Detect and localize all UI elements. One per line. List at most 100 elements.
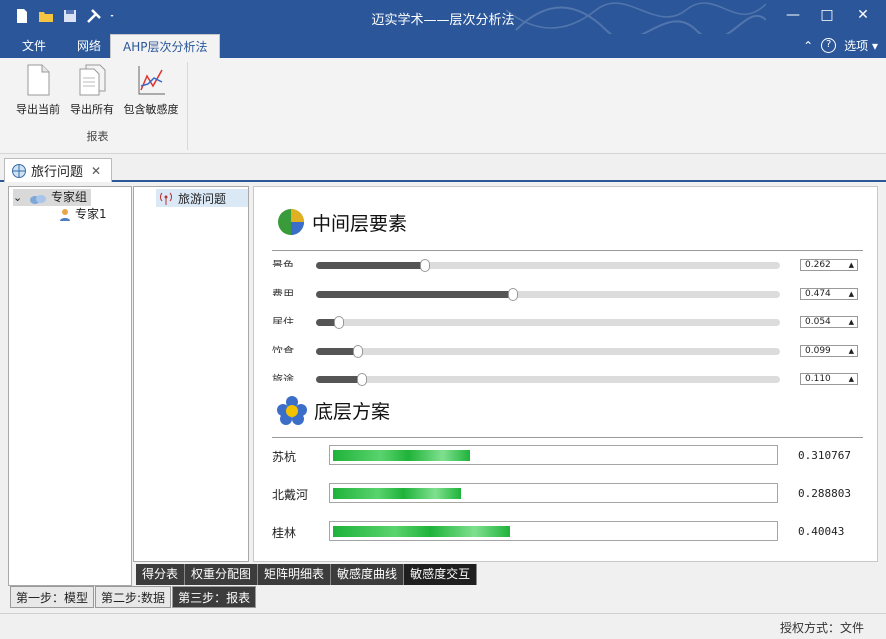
alternative-value: 0.288803	[798, 487, 851, 500]
broadcast-icon	[160, 192, 172, 205]
user-icon	[60, 208, 70, 221]
criterion-slider-track[interactable]	[316, 316, 780, 329]
include-sensitivity-button[interactable]: 包含敏感度	[120, 64, 182, 117]
tab-file[interactable]: 文件	[10, 34, 58, 58]
alternative-value: 0.310767	[798, 449, 851, 462]
document-tab-strip: 旅行问题 ✕	[0, 154, 886, 182]
section-title-bottom: 底层方案	[276, 395, 390, 425]
criterion-slider-thumb[interactable]	[334, 316, 344, 329]
documents-icon	[79, 64, 106, 96]
criterion-value: 0.110	[805, 374, 831, 384]
step-model[interactable]: 第一步：模型	[10, 586, 95, 608]
flower-icon	[277, 396, 307, 425]
spinner-arrow-icon[interactable]: ▲	[849, 289, 854, 299]
ribbon-tab-bar: 文件 网络 AHP层次分析法 ⌃ ? 选项 ▾	[0, 34, 886, 58]
alternative-bar-frame	[329, 483, 778, 503]
criterion-value: 0.099	[805, 345, 831, 356]
criterion-row: 费用 0.474 ▲	[272, 287, 862, 302]
close-button[interactable]: ✕	[846, 0, 880, 30]
alternative-row: 桂林 0.40043	[272, 521, 862, 543]
export-all-button[interactable]: 导出所有	[64, 64, 120, 117]
criterion-label: 费用	[272, 287, 294, 296]
criterion-slider-thumb[interactable]	[420, 259, 430, 272]
criterion-slider-fill	[316, 290, 512, 298]
criterion-value: 0.262	[805, 260, 831, 270]
tab-network[interactable]: 网络	[65, 34, 113, 58]
globe-icon	[12, 163, 26, 178]
tab-score-table[interactable]: 得分表	[136, 564, 186, 585]
section-title-text: 中间层要素	[312, 212, 408, 235]
tree-node-label: 专家组	[51, 190, 88, 204]
criterion-slider-track[interactable]	[316, 373, 780, 386]
section-title-text: 底层方案	[314, 400, 391, 423]
sensitivity-chart-icon	[138, 66, 165, 95]
criterion-row: 旅途 0.110 ▲	[272, 373, 862, 387]
criterion-slider-thumb[interactable]	[353, 344, 363, 358]
criterion-row: 居住 0.054 ▲	[272, 316, 862, 330]
window-title: 迈实学术——层次分析法	[371, 13, 515, 28]
list-item-problem[interactable]: 旅游问题	[156, 189, 248, 207]
criterion-label: 旅途	[272, 373, 294, 381]
spinner-arrow-icon[interactable]: ▲	[849, 260, 854, 270]
criterion-row: 景色 0.262 ▲	[272, 259, 862, 273]
tab-sensitivity-interactive[interactable]: 敏感度交互	[404, 564, 478, 585]
criterion-slider-thumb[interactable]	[357, 373, 367, 386]
problem-list: 旅游问题	[133, 186, 249, 562]
criterion-label: 景色	[272, 259, 294, 267]
ribbon: 导出当前 导出所有 包含敏感度 报表	[0, 58, 886, 154]
tab-sensitivity-curve[interactable]: 敏感度曲线	[331, 564, 405, 585]
ribbon-group-label: 报表	[86, 130, 109, 143]
tab-matrix-detail[interactable]: 矩阵明细表	[258, 564, 332, 585]
divider	[272, 250, 863, 251]
tree-node-label: 专家1	[75, 207, 107, 221]
tree-expander-icon[interactable]: ⌄	[13, 189, 25, 206]
help-icon[interactable]: ?	[821, 38, 837, 53]
section-title-middle: 中间层要素	[276, 207, 407, 237]
step-report[interactable]: 第三步：报表	[172, 586, 257, 608]
criterion-slider-fill	[316, 376, 361, 383]
alternative-label: 苏杭	[272, 450, 297, 464]
content-area: ⌄ 专家组 专家1 旅游问题 中间层要素 景色 0.262 ▲ 费用 0.474 ▲ 居住 0…	[4, 182, 884, 612]
criterion-slider-thumb[interactable]	[508, 287, 518, 301]
maximize-button[interactable]: □	[810, 0, 844, 30]
alternative-bar	[333, 450, 470, 461]
criterion-row: 饮食 0.099 ▲	[272, 344, 862, 359]
spinner-arrow-icon[interactable]: ▲	[849, 374, 854, 384]
criterion-label: 居住	[272, 316, 294, 324]
criterion-slider-fill	[316, 347, 357, 355]
ribbon-group-report: 导出当前 导出所有 包含敏感度 报表	[8, 62, 188, 150]
tree-node-expert1[interactable]: 专家1	[59, 206, 107, 223]
tree-node-expert-group[interactable]: ⌄ 专家组	[13, 189, 92, 206]
spinner-arrow-icon[interactable]: ▲	[849, 317, 854, 327]
criterion-value-spinner[interactable]: 0.110 ▲	[800, 373, 858, 385]
spinner-arrow-icon[interactable]: ▲	[849, 346, 854, 356]
collapse-ribbon-icon[interactable]: ⌃	[803, 39, 813, 53]
document-icon	[27, 64, 50, 96]
license-status: 授权方式：文件	[779, 621, 864, 635]
export-current-button[interactable]: 导出当前	[10, 64, 66, 117]
list-item-label: 旅游问题	[178, 191, 227, 206]
step-data[interactable]: 第二步:数据	[95, 586, 172, 608]
pie-chart-icon	[278, 209, 304, 235]
alternative-bar	[333, 488, 461, 499]
criterion-slider-track[interactable]	[316, 259, 780, 272]
options-button[interactable]: 选项 ▾	[844, 37, 878, 54]
minimize-button[interactable]: —	[776, 0, 810, 30]
doc-tab-label: 旅行问题	[31, 165, 84, 180]
include-sensitivity-label: 包含敏感度	[123, 103, 179, 116]
ribbon-right-controls: ⌃ ? 选项 ▾	[803, 37, 878, 54]
expert-tree: ⌄ 专家组 专家1	[8, 186, 132, 586]
doc-tab-travel[interactable]: 旅行问题 ✕	[4, 158, 112, 182]
status-bar: 授权方式：文件	[0, 613, 886, 639]
criterion-slider-track[interactable]	[316, 287, 780, 301]
tab-weight-chart[interactable]: 权重分配图	[185, 564, 259, 585]
criterion-value-spinner[interactable]: 0.099 ▲	[800, 344, 858, 357]
report-view-tabs: 得分表 权重分配图 矩阵明细表 敏感度曲线 敏感度交互	[136, 564, 478, 585]
tab-ahp[interactable]: AHP层次分析法	[110, 34, 221, 58]
criterion-value-spinner[interactable]: 0.262 ▲	[800, 259, 858, 271]
criterion-value-spinner[interactable]: 0.054 ▲	[800, 316, 858, 328]
title-bar: 迈实学术——层次分析法 — □ ✕	[0, 0, 886, 34]
criterion-value-spinner[interactable]: 0.474 ▲	[800, 287, 858, 300]
criterion-slider-track[interactable]	[316, 344, 780, 358]
close-tab-icon[interactable]: ✕	[91, 164, 101, 178]
